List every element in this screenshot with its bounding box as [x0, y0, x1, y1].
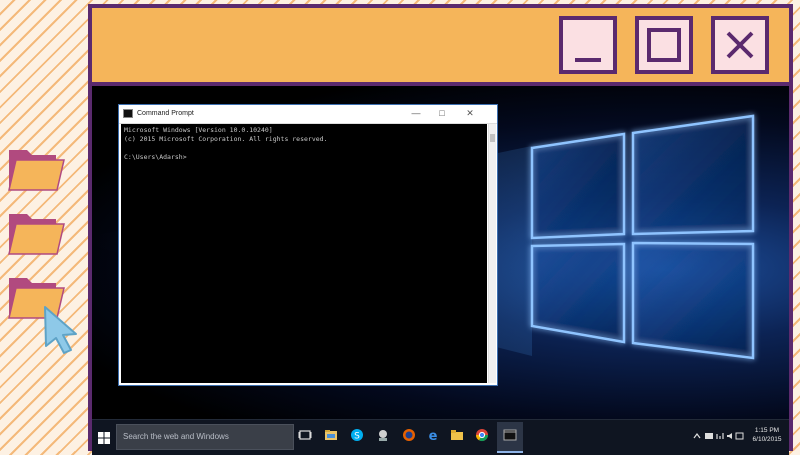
volume-icon [727, 433, 732, 439]
file-explorer-icon[interactable] [450, 428, 464, 442]
minimize-icon [575, 58, 601, 62]
taskbar-search-box[interactable]: Search the web and Windows [116, 424, 294, 450]
battery-icon [705, 433, 713, 439]
folder-icon[interactable] [6, 210, 66, 258]
folder-icon[interactable] [6, 146, 66, 194]
notification-icon [735, 432, 744, 440]
cmd-title: Command Prompt [137, 110, 194, 117]
network-icon [716, 433, 724, 439]
close-icon [726, 31, 754, 59]
windows-desktop: Command Prompt — □ ✕ Microsoft Windows [… [92, 86, 789, 419]
cmd-title-bar[interactable]: Command Prompt — □ ✕ [119, 105, 497, 124]
cmd-close-button[interactable]: ✕ [459, 106, 481, 121]
chrome-icon[interactable] [475, 428, 489, 442]
start-button[interactable] [98, 432, 110, 444]
command-prompt-icon[interactable] [503, 428, 517, 442]
cmd-maximize-button[interactable]: □ [431, 106, 453, 121]
console-line: (c) 2015 Microsoft Corporation. All righ… [124, 135, 328, 143]
scrollbar-thumb[interactable] [490, 134, 495, 142]
frame-window: Command Prompt — □ ✕ Microsoft Windows [… [88, 4, 793, 455]
app-icon[interactable] [376, 428, 390, 442]
close-button[interactable] [711, 16, 769, 74]
clock-time: 1:15 PM [754, 427, 780, 434]
svg-text:e: e [429, 429, 438, 442]
taskbar: Search the web and Windows S e 1:15 PM 6… [92, 419, 789, 455]
file-explorer-icon[interactable] [324, 428, 338, 442]
frame-title-bar [92, 8, 789, 86]
task-view-icon[interactable] [298, 428, 312, 442]
clock-date: 6/10/2015 [752, 436, 782, 443]
mouse-cursor-icon [40, 304, 82, 356]
cmd-console[interactable]: Microsoft Windows [Version 10.0.10240] (c… [121, 124, 487, 383]
skype-icon[interactable]: S [350, 428, 364, 442]
console-prompt: C:\Users\Adarsh> [124, 153, 187, 161]
system-tray[interactable] [692, 431, 744, 441]
chevron-up-icon [693, 433, 701, 439]
firefox-icon[interactable] [402, 428, 416, 442]
cmd-minimize-button[interactable]: — [405, 106, 427, 121]
taskbar-clock[interactable]: 1:15 PM 6/10/2015 [750, 426, 784, 444]
command-prompt-window[interactable]: Command Prompt — □ ✕ Microsoft Windows [… [118, 104, 498, 386]
edge-icon[interactable]: e [426, 428, 440, 442]
maximize-button[interactable] [635, 16, 693, 74]
svg-text:S: S [354, 432, 360, 442]
cmd-scrollbar[interactable] [488, 124, 496, 383]
console-line: Microsoft Windows [Version 10.0.10240] [124, 126, 273, 134]
command-prompt-icon [123, 109, 133, 118]
minimize-button[interactable] [559, 16, 617, 74]
search-placeholder: Search the web and Windows [123, 432, 229, 441]
maximize-icon [647, 28, 681, 62]
